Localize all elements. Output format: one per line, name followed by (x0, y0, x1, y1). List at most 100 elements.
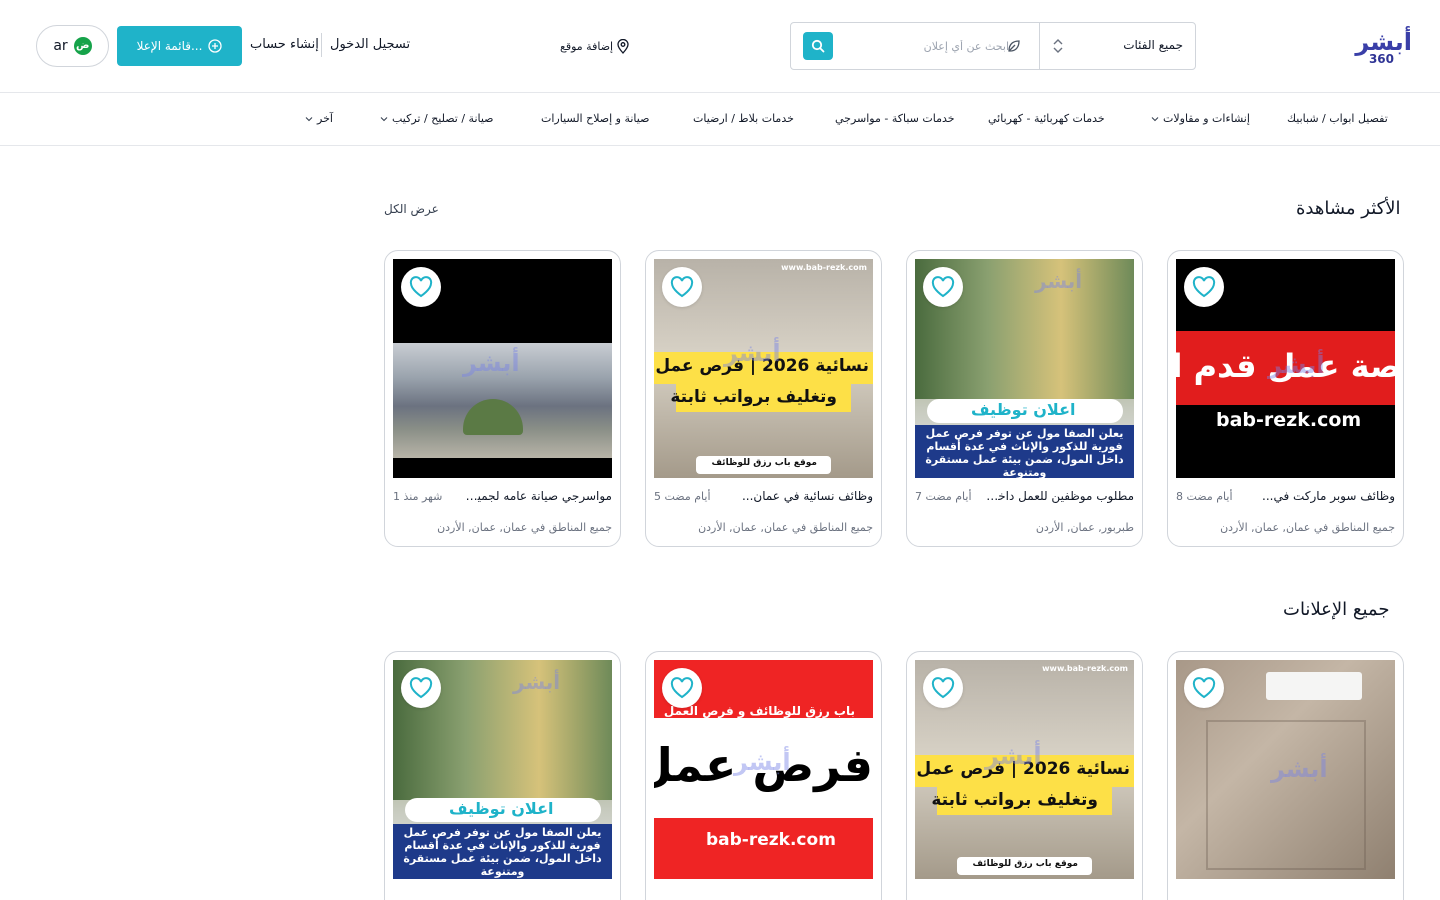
ad-card[interactable]: اعلان توظيف يعلن الصفا مول عن توفر فرص ع… (906, 250, 1143, 547)
nav-item-label: صيانة / تصليح / تركيب (392, 112, 494, 125)
ad-image-site: www.bab-rezk.com (781, 263, 867, 272)
ad-image-line2: وتغليف برواتب ثابتة (670, 387, 837, 407)
watermark-logo: أبشر (1268, 351, 1325, 379)
nav-item-plumbing[interactable]: خدمات سباكة - مواسرجي (835, 112, 955, 125)
nav-item-car-repair[interactable]: صيانة و إصلاح السيارات (541, 112, 649, 125)
ad-image-body: يعلن الصفا مول عن توفر فرص عمل فورية للذ… (925, 427, 1124, 478)
header-divider (321, 33, 322, 57)
heart-icon (670, 677, 694, 699)
favorite-button[interactable] (662, 668, 702, 708)
language-code: ar (53, 38, 68, 54)
chevron-down-icon (305, 116, 313, 121)
watermark-logo: أبشر (985, 742, 1042, 770)
login-link[interactable]: تسجيل الدخول (330, 37, 410, 52)
ad-time: 8 أيام مضت (1176, 490, 1233, 503)
ad-image-caption: موقع باب رزق للوظائف (711, 458, 817, 468)
heart-icon (1192, 276, 1216, 298)
ad-location: جميع المناطق في عمان, عمان, الأردن (698, 521, 873, 534)
watermark-logo: أبشر (1035, 269, 1083, 293)
heart-icon (409, 677, 433, 699)
ad-time: 7 أيام مضت (915, 490, 972, 503)
favorite-button[interactable] (923, 668, 963, 708)
favorite-button[interactable] (401, 267, 441, 307)
watermark-logo: أبشر (734, 748, 791, 776)
post-ad-label: قائمة الإعلا... (136, 39, 203, 53)
nav-item-construction[interactable]: إنشاءات و مقاولات (1151, 112, 1250, 125)
nav-item-label: تفصيل ابواب / شبابيك (1287, 112, 1388, 125)
add-location-label: إضافة موقع (560, 39, 614, 53)
plus-circle-icon (208, 39, 223, 53)
ad-location: جميع المناطق في عمان, عمان, الأردن (1220, 521, 1395, 534)
ad-image-url: bab-rezk.com (706, 830, 836, 850)
site-logo[interactable]: أبشر 360 (1348, 24, 1412, 70)
ad-image-site: www.bab-rezk.com (1042, 664, 1128, 673)
nav-item-label: خدمات سباكة - مواسرجي (835, 112, 955, 125)
ad-image-heading: اعلان توظيف (971, 400, 1076, 419)
ad-time: 5 أيام مضت (654, 490, 711, 503)
search-bar: جميع الفئات (790, 22, 1196, 70)
ad-card[interactable]: باب رزق للوظائف و فرص العمل فرص عمل bab-… (645, 651, 882, 900)
favorite-button[interactable] (401, 668, 441, 708)
search-button[interactable] (803, 32, 833, 60)
ad-image-top-text: باب رزق للوظائف و فرص العمل (663, 704, 855, 718)
ad-image-url: bab-rezk.com (1216, 409, 1362, 431)
heart-icon (409, 276, 433, 298)
ad-time: 1 شهر منذ (393, 490, 443, 503)
ad-card[interactable]: www.bab-rezk.com نسائية 2026 | فرص عمل و… (906, 651, 1143, 900)
most-viewed-title: الأكثر مشاهدة (1296, 198, 1401, 219)
ad-image-heading: اعلان توظيف (449, 799, 554, 818)
add-location-button[interactable]: إضافة موقع (560, 37, 629, 55)
view-all-link[interactable]: عرض الكل (384, 202, 439, 216)
register-link[interactable]: إنشاء حساب (250, 37, 319, 52)
favorite-button[interactable] (923, 267, 963, 307)
ad-title: وظائف سوبر ماركت في... (1262, 489, 1395, 503)
heart-icon (670, 276, 694, 298)
favorite-button[interactable] (662, 267, 702, 307)
category-select-label: جميع الفئات (1123, 38, 1183, 52)
ad-image-caption: موقع باب رزق للوظائف (972, 859, 1078, 869)
nav-item-label: خدمات كهربائية - كهربائي (988, 112, 1105, 125)
logo-number: 360 (1368, 52, 1394, 66)
nav-item-label: خدمات بلاط / ارضيات (693, 112, 794, 125)
nav-item-tiles[interactable]: خدمات بلاط / ارضيات (693, 112, 794, 125)
map-pin-icon (617, 38, 629, 54)
nav-item-label: آخر (317, 112, 333, 125)
favorite-button[interactable] (1184, 668, 1224, 708)
search-input[interactable] (839, 31, 1035, 61)
nav-item-doors-windows[interactable]: تفصيل ابواب / شبابيك (1287, 112, 1388, 125)
ad-location: جميع المناطق في عمان, عمان, الأردن (437, 521, 612, 534)
all-ads-title: جميع الإعلانات (1283, 599, 1390, 620)
nav-item-other[interactable]: آخر (305, 112, 333, 125)
ad-title: وظائف نسائية في عمان... (741, 489, 873, 503)
watermark-logo: أبشر (724, 339, 781, 367)
nav-item-electrical[interactable]: خدمات كهربائية - كهربائي (988, 112, 1105, 125)
watermark-logo: أبشر (513, 670, 561, 694)
language-switcher[interactable]: ar ض (36, 25, 109, 67)
heart-icon (931, 677, 955, 699)
post-ad-button[interactable]: قائمة الإعلا... (117, 26, 242, 66)
nav-item-maintenance[interactable]: صيانة / تصليح / تركيب (380, 112, 494, 125)
ad-card[interactable]: www.bab-rezk.com نسائية 2026 | فرص عمل و… (645, 250, 882, 547)
ad-card[interactable]: اعلان توظيف يعلن الصفا مول عن توفر فرص ع… (384, 651, 621, 900)
site-header: أبشر 360 جميع الفئات إضافة موقع (0, 0, 1440, 93)
nav-item-label: صيانة و إصلاح السيارات (541, 112, 650, 125)
ad-card[interactable]: أبشر (1167, 651, 1404, 900)
heart-icon (1192, 677, 1216, 699)
ad-image-ac-unit (1266, 672, 1362, 700)
language-badge: ض (73, 37, 92, 55)
ad-title: مواسرجي صيانة عامه لجميع... (460, 489, 612, 503)
ad-title: مطلوب موظفين للعمل داخل... (982, 489, 1134, 503)
ad-image-body: يعلن الصفا مول عن توفر فرص عمل فورية للذ… (403, 826, 602, 878)
ad-image-panel (1206, 720, 1366, 870)
favorite-button[interactable] (1184, 267, 1224, 307)
category-select[interactable]: جميع الفئات (1039, 23, 1195, 69)
chevron-down-icon (380, 116, 388, 121)
ad-image-line2: وتغليف برواتب ثابتة (931, 790, 1098, 810)
watermark-logo: أبشر (1271, 755, 1328, 783)
ad-location: طبربور, عمان, الأردن (1035, 521, 1134, 534)
updown-arrows-icon (1053, 39, 1063, 53)
watermark-logo: أبشر (463, 349, 520, 377)
ad-card[interactable]: صة عمل قدم ا bab-rezk.com أبشر وظائف سوب… (1167, 250, 1404, 547)
category-nav: تفصيل ابواب / شبابيك إنشاءات و مقاولات خ… (0, 93, 1440, 146)
ad-card[interactable]: أبشر مواسرجي صيانة عامه لجميع... 1 شهر م… (384, 250, 621, 547)
